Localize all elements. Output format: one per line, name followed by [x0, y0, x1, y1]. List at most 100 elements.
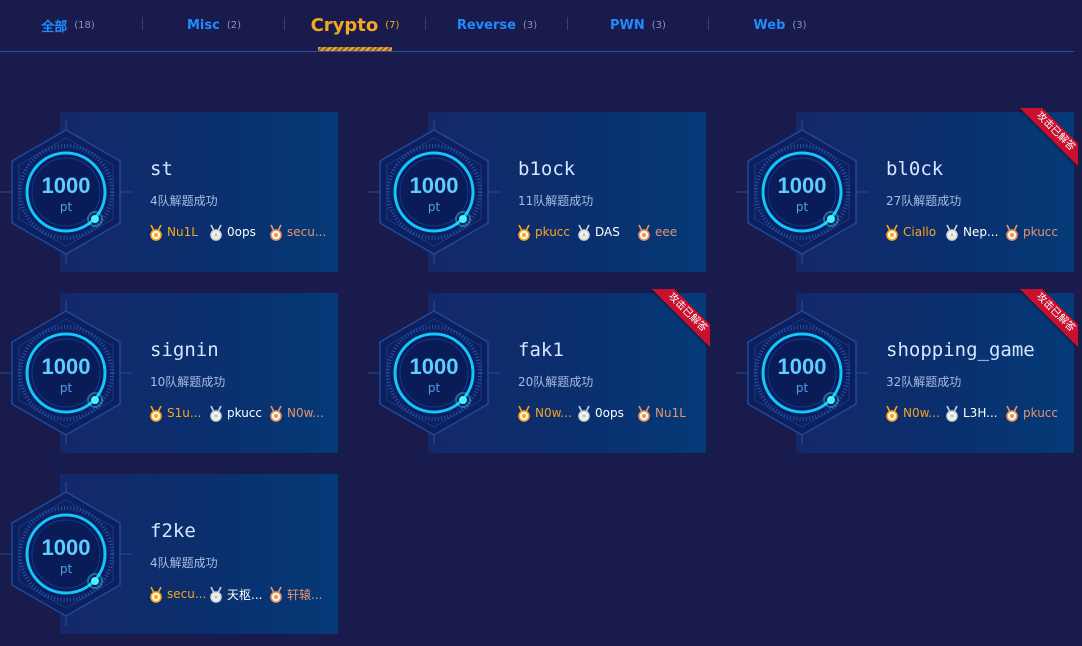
gold-medal-icon — [150, 586, 162, 603]
points-unit: pt — [795, 200, 809, 214]
top-teams: Ciallo Nep... pkucc — [884, 222, 1070, 242]
points-unit: pt — [427, 381, 441, 395]
solve-count: 11队解题成功 — [518, 194, 594, 208]
top-teams: N0w... L3H... pkucc — [884, 403, 1070, 423]
team-entry-gold: S1u... — [148, 405, 208, 422]
tab-pwn[interactable]: PWN (3) — [570, 0, 706, 50]
challenge-title: signin — [150, 339, 219, 361]
tab-divider — [425, 17, 426, 30]
team-name: pkucc — [227, 406, 262, 420]
team-name: pkucc — [1023, 225, 1058, 239]
silver-medal-icon — [946, 405, 958, 422]
challenge-card[interactable]: 1000 pt bl0ck 27队解题成功 Ciallo Nep... pkucc … — [736, 108, 1078, 272]
points-unit: pt — [59, 562, 73, 576]
tab-label: PWN — [610, 17, 645, 33]
team-name: L3H... — [963, 406, 998, 420]
team-entry-silver: L3H... — [944, 405, 1004, 422]
team-entry-bronze: secu... — [268, 224, 328, 241]
team-name: N0w... — [287, 406, 324, 420]
silver-medal-icon — [210, 586, 222, 603]
gold-medal-icon — [518, 405, 530, 422]
team-entry-silver: pkucc — [208, 405, 268, 422]
tab-count: (3) — [792, 19, 807, 31]
challenge-title: f2ke — [150, 520, 196, 542]
points-unit: pt — [795, 381, 809, 395]
challenge-title: fak1 — [518, 339, 564, 361]
gold-medal-icon — [886, 405, 898, 422]
team-name: S1u... — [167, 406, 202, 420]
tab-divider — [567, 17, 568, 30]
team-name: secu... — [287, 225, 327, 239]
tab-count: (2) — [226, 19, 241, 31]
bronze-medal-icon — [1006, 224, 1018, 241]
bronze-medal-icon — [638, 405, 650, 422]
top-teams: pkucc DAS eee — [516, 222, 702, 242]
challenge-title: b1ock — [518, 158, 576, 180]
silver-medal-icon — [210, 224, 222, 241]
points-unit: pt — [427, 200, 441, 214]
challenge-points: 1000 — [777, 173, 827, 198]
challenge-points: 1000 — [409, 354, 459, 379]
team-name: N0w... — [903, 406, 940, 420]
team-name: pkucc — [1023, 406, 1058, 420]
tab-misc[interactable]: Misc (2) — [146, 0, 282, 50]
challenge-card[interactable]: 1000 pt st 4队解题成功 Nu1L 0ops secu... — [0, 112, 338, 272]
points-unit: pt — [59, 200, 73, 214]
bronze-medal-icon — [270, 405, 282, 422]
challenge-card[interactable]: 1000 pt shopping_game 32队解题成功 N0w... L3H.… — [736, 289, 1078, 453]
bronze-medal-icon — [638, 224, 650, 241]
top-teams: N0w... 0ops Nu1L — [516, 403, 702, 423]
solved-ribbon: 攻击已解答 — [1020, 108, 1078, 166]
challenge-points: 1000 — [409, 173, 459, 198]
category-tabs: 全部 (18) Misc (2) Crypto (7) Reverse (3) … — [0, 0, 1074, 52]
tab-label: Reverse — [456, 17, 516, 33]
team-entry-silver: DAS — [576, 224, 636, 241]
tab-all[interactable]: 全部 (18) — [0, 0, 136, 50]
tab-crypto[interactable]: Crypto (7) — [287, 0, 423, 51]
team-name: Nep... — [963, 225, 999, 239]
team-entry-gold: N0w... — [884, 405, 944, 422]
silver-medal-icon — [578, 224, 590, 241]
team-entry-silver: Nep... — [944, 224, 1004, 241]
tab-web[interactable]: Web (3) — [712, 0, 848, 50]
tab-reverse[interactable]: Reverse (3) — [429, 0, 565, 50]
challenge-card[interactable]: 1000 pt b1ock 11队解题成功 pkucc DAS eee — [368, 112, 706, 272]
team-entry-gold: Nu1L — [148, 224, 208, 241]
solve-count: 4队解题成功 — [150, 194, 218, 208]
silver-medal-icon — [578, 405, 590, 422]
challenge-title: bl0ck — [886, 158, 944, 180]
tab-divider — [708, 17, 709, 30]
team-entry-gold: secu... — [148, 586, 208, 603]
team-name: eee — [655, 225, 678, 239]
team-name: Ciallo — [903, 225, 937, 239]
challenge-card[interactable]: 1000 pt fak1 20队解题成功 N0w... 0ops Nu1L 攻击已解… — [368, 289, 710, 453]
team-name: Nu1L — [167, 225, 198, 239]
silver-medal-icon — [210, 405, 222, 422]
solve-count: 27队解题成功 — [886, 194, 962, 208]
challenge-card[interactable]: 1000 pt signin 10队解题成功 S1u... pkucc N0w... — [0, 293, 338, 453]
team-entry-bronze: pkucc — [1004, 224, 1064, 241]
challenge-points: 1000 — [777, 354, 827, 379]
tab-count: (3) — [651, 19, 666, 31]
challenge-points: 1000 — [41, 173, 91, 198]
team-name: pkucc — [535, 225, 570, 239]
tab-label: 全部 — [41, 19, 68, 35]
tab-count: (7) — [385, 19, 400, 31]
challenge-title: st — [150, 158, 173, 180]
tab-label: Crypto — [310, 14, 379, 36]
top-teams: Nu1L 0ops secu... — [148, 222, 334, 242]
team-name: 轩辕... — [287, 587, 323, 602]
challenge-card[interactable]: 1000 pt f2ke 4队解题成功 secu... 天枢... 轩辕... — [0, 474, 338, 634]
team-entry-bronze: N0w... — [268, 405, 328, 422]
team-entry-bronze: eee — [636, 224, 696, 241]
gold-medal-icon — [150, 405, 162, 422]
silver-medal-icon — [946, 224, 958, 241]
tab-divider — [142, 17, 143, 30]
points-unit: pt — [59, 381, 73, 395]
team-entry-bronze: pkucc — [1004, 405, 1064, 422]
top-teams: S1u... pkucc N0w... — [148, 403, 334, 423]
bronze-medal-icon — [1006, 405, 1018, 422]
team-entry-gold: N0w... — [516, 405, 576, 422]
challenge-title: shopping_game — [886, 339, 1035, 361]
challenge-points: 1000 — [41, 535, 91, 560]
